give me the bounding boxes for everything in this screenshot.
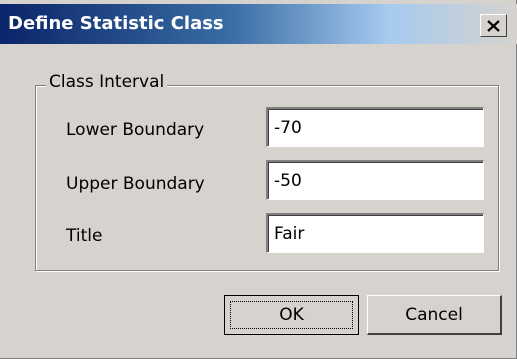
focus-rectangle — [230, 301, 353, 329]
cancel-button-label: Cancel — [405, 304, 463, 325]
close-button[interactable] — [480, 14, 507, 37]
lower-boundary-input[interactable] — [266, 107, 484, 147]
define-statistic-class-dialog: Define Statistic Class Class Interval Lo… — [0, 0, 517, 359]
cancel-button[interactable]: Cancel — [367, 295, 502, 335]
title-bar[interactable]: Define Statistic Class — [0, 4, 517, 44]
title-input[interactable] — [266, 213, 484, 253]
close-icon — [487, 19, 500, 32]
class-interval-label: Class Interval — [46, 72, 168, 92]
dialog-title: Define Statistic Class — [8, 13, 224, 34]
ok-button[interactable]: OK — [224, 295, 359, 335]
lower-boundary-label: Lower Boundary — [66, 120, 205, 140]
upper-boundary-input[interactable] — [266, 160, 484, 200]
upper-boundary-label: Upper Boundary — [66, 174, 205, 194]
title-label: Title — [66, 226, 103, 246]
